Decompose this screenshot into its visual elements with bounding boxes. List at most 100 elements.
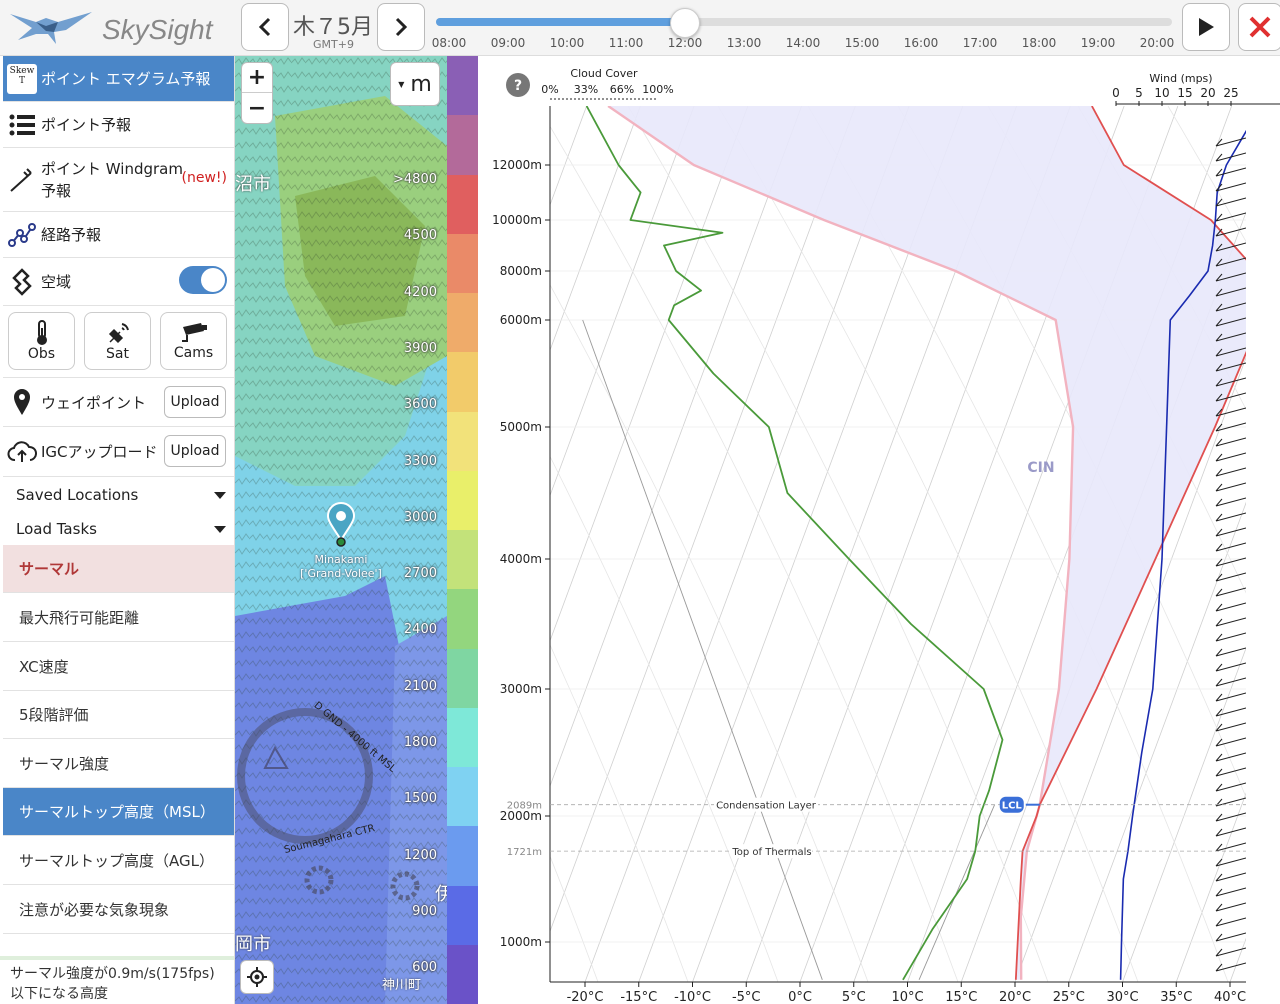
place-label: 伊 bbox=[435, 884, 447, 905]
sidebar-item-label: ポイント エマグラム予報 bbox=[41, 70, 211, 88]
lcl-label: LCL bbox=[1002, 801, 1023, 812]
hour-label: 08:00 bbox=[431, 36, 467, 50]
hour-label: 16:00 bbox=[903, 36, 939, 50]
play-button[interactable] bbox=[1182, 3, 1230, 51]
x-tick-label: 40°C bbox=[1214, 990, 1246, 1004]
map-view[interactable]: 沼市 岡市 神川町 伊 Soumagahara CTR D GND - 4000… bbox=[235, 56, 447, 1004]
x-tick-label: -10°C bbox=[674, 990, 711, 1004]
x-tick-label: -5°C bbox=[732, 990, 761, 1004]
y-tick-label: 10000m bbox=[492, 213, 542, 227]
layer-item[interactable]: 最大飛行可能距離 bbox=[3, 594, 234, 642]
wind-barb bbox=[1215, 647, 1246, 657]
y-tick-label: 12000m bbox=[492, 158, 542, 172]
thermal-top-label: Top of Thermals bbox=[731, 847, 811, 858]
legend-value: >4800 bbox=[393, 172, 437, 187]
chevron-left-icon bbox=[258, 17, 271, 37]
layer-group-thermal[interactable]: サーマル bbox=[3, 545, 234, 593]
sidebar-item-windgram[interactable]: ポイント Windgram 予報 (new!) bbox=[3, 148, 234, 212]
sidebar-item-waypoints[interactable]: ウェイポイント Upload bbox=[3, 377, 234, 427]
sidebar-item-point-forecast[interactable]: ポイント予報 bbox=[3, 102, 234, 148]
layer-item[interactable]: サーマルトップ高度（MSL） bbox=[3, 788, 234, 837]
sidebar-item-airspace[interactable]: 空域 bbox=[3, 258, 234, 306]
map-pin-icon bbox=[3, 388, 41, 416]
y-tick-label: 6000m bbox=[500, 313, 542, 327]
legend-value: 600 bbox=[412, 960, 437, 976]
wind-barb bbox=[1215, 437, 1246, 447]
place-label: 沼市 bbox=[235, 174, 271, 195]
time-slider-handle[interactable] bbox=[670, 8, 700, 38]
previous-day-button[interactable] bbox=[241, 3, 289, 51]
reference-adiabat bbox=[582, 319, 823, 980]
wind-tick-label: 15 bbox=[1177, 86, 1192, 100]
layer-item[interactable]: 注意が必要な気象現象 bbox=[3, 886, 234, 934]
wind-barb bbox=[1215, 842, 1246, 852]
skysight-logo[interactable]: SkySight bbox=[6, 4, 236, 52]
sidebar-item-label: IGCアップロード bbox=[41, 443, 158, 461]
obs-button[interactable]: Obs bbox=[8, 312, 75, 370]
sidebar-item-label-2: 予報 bbox=[41, 181, 72, 200]
zoom-out-button[interactable]: − bbox=[242, 93, 272, 123]
legend-value: 2100 bbox=[403, 678, 437, 694]
cams-button[interactable]: Cams bbox=[160, 312, 227, 370]
sat-button[interactable]: Sat bbox=[84, 312, 151, 370]
caret-down-icon: ▼ bbox=[398, 79, 405, 89]
thermometer-icon bbox=[36, 320, 47, 345]
wind-barb bbox=[1215, 692, 1246, 702]
wind-barb bbox=[1215, 872, 1246, 882]
hour-label: 20:00 bbox=[1139, 36, 1175, 50]
wind-barb bbox=[1215, 902, 1246, 912]
layer-item[interactable]: XC速度 bbox=[3, 643, 234, 691]
hour-label: 17:00 bbox=[962, 36, 998, 50]
wind-barb bbox=[1215, 707, 1246, 717]
legend-swatch bbox=[447, 530, 478, 591]
sidebar-item-skewt[interactable]: Skew T ポイント エマグラム予報 bbox=[3, 56, 234, 102]
igc-upload-button[interactable]: Upload bbox=[164, 435, 226, 467]
load-tasks-dropdown[interactable]: Load Tasks bbox=[16, 514, 226, 544]
close-icon bbox=[1249, 16, 1271, 38]
y-tick-label: 3000m bbox=[500, 682, 542, 696]
map-pin-icon bbox=[326, 502, 356, 547]
hour-label: 11:00 bbox=[608, 36, 644, 50]
wind-tick-label: 25 bbox=[1223, 86, 1238, 100]
isotherm-line bbox=[550, 106, 641, 352]
wind-barb bbox=[1215, 632, 1246, 642]
wind-tick-label: 5 bbox=[1135, 86, 1143, 100]
next-day-button[interactable] bbox=[377, 3, 425, 51]
units-dropdown[interactable]: ▼ m bbox=[390, 62, 440, 106]
sidebar-item-label: 空域 bbox=[41, 273, 72, 291]
zoom-in-button[interactable]: + bbox=[242, 63, 272, 93]
wind-tick-label: 20 bbox=[1200, 86, 1215, 100]
legend-swatch bbox=[447, 767, 478, 828]
saved-locations-dropdown[interactable]: Saved Locations bbox=[16, 480, 226, 510]
wind-barb bbox=[1215, 467, 1246, 477]
time-slider[interactable] bbox=[436, 18, 1172, 26]
cloud-cover-tick-label: 66% bbox=[610, 83, 634, 96]
plot-area bbox=[550, 106, 1246, 982]
locate-button[interactable] bbox=[240, 960, 274, 994]
condensation-label: Condensation Layer bbox=[716, 801, 817, 812]
layer-item[interactable]: サーマルトップ高度（AGL） bbox=[3, 837, 234, 885]
airspace-toggle[interactable] bbox=[179, 266, 227, 294]
sidebar-item-igc-upload[interactable]: IGCアップロード Upload bbox=[3, 427, 234, 477]
airspace-icon bbox=[3, 267, 41, 296]
location-marker[interactable] bbox=[326, 502, 356, 552]
layer-item[interactable]: 5段階評価 bbox=[3, 691, 234, 740]
cin-label: CIN bbox=[1027, 460, 1054, 476]
wind-barb bbox=[1215, 602, 1246, 612]
cloud-cover-tick-label: 100% bbox=[642, 83, 673, 96]
wind-tick-label: 10 bbox=[1154, 86, 1169, 100]
marker-name: Minakami bbox=[314, 553, 368, 566]
help-icon-glyph: ? bbox=[514, 78, 522, 94]
close-button[interactable] bbox=[1238, 3, 1280, 51]
cams-label: Cams bbox=[173, 345, 214, 361]
legend-swatch bbox=[447, 293, 478, 354]
cloud-cover-tick-label: 0% bbox=[541, 83, 558, 96]
x-tick-label: 0°C bbox=[788, 990, 812, 1004]
layer-item[interactable]: サーマル強度 bbox=[3, 740, 234, 788]
x-tick-label: 20°C bbox=[999, 990, 1031, 1004]
wind-barb bbox=[1215, 932, 1246, 942]
y-tick-label: 1000m bbox=[500, 935, 542, 949]
sidebar-item-route-forecast[interactable]: 経路予報 bbox=[3, 212, 234, 258]
waypoints-upload-button[interactable]: Upload bbox=[164, 386, 226, 418]
legend-value: 2400 bbox=[403, 622, 437, 638]
